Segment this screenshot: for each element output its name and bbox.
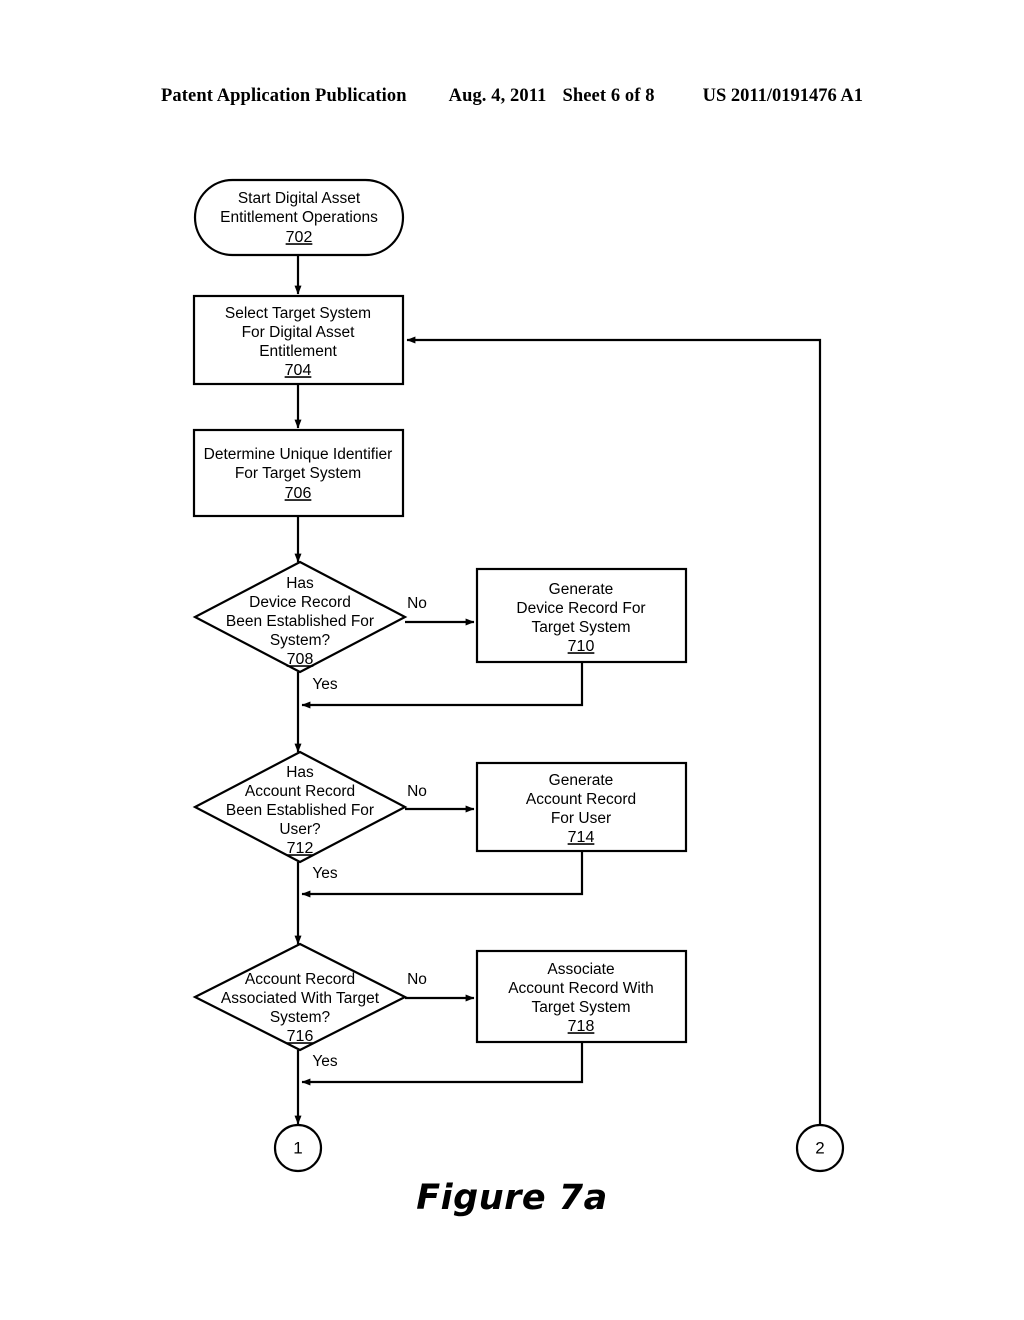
node-708-line-2: Device Record <box>249 594 351 611</box>
node-708-line-3: Been Established For <box>226 613 374 630</box>
connector-2-label: 2 <box>815 1138 824 1157</box>
node-712-line-4: User? <box>279 821 321 838</box>
node-704-select-target-system[interactable]: Select Target System For Digital Asset E… <box>192 294 405 386</box>
node-710-line-1: Generate <box>549 581 614 598</box>
node-704-ref: 704 <box>285 362 312 379</box>
node-706-line-2: For Target System <box>235 465 361 482</box>
node-712-line-1: Has <box>286 764 314 781</box>
edge-label-712-yes: Yes <box>312 865 338 882</box>
node-714-ref: 714 <box>568 829 595 846</box>
node-708-line-1: Has <box>286 575 314 592</box>
node-714-generate-account-record[interactable]: Generate Account Record For User 714 <box>475 761 688 853</box>
node-702-line-1: Start Digital Asset <box>238 190 361 207</box>
node-718-ref: 718 <box>568 1018 595 1035</box>
edge-label-708-no: No <box>407 595 427 612</box>
node-702-start-digital-asset-entitlement-operations[interactable]: Start Digital Asset Entitlement Operatio… <box>193 178 405 257</box>
flowchart-diagram: Start Digital Asset Entitlement Operatio… <box>192 178 845 1173</box>
node-706-determine-unique-identifier[interactable]: Determine Unique Identifier For Target S… <box>192 428 405 518</box>
node-708-has-device-record-been-established[interactable]: Has Device Record Been Established For S… <box>192 560 408 674</box>
node-716-ref: 716 <box>287 1028 314 1045</box>
node-716-line-2: Associated With Target <box>221 990 380 1007</box>
edge-label-712-no: No <box>407 783 427 800</box>
node-718-line-1: Associate <box>547 961 614 978</box>
node-702-ref: 702 <box>286 229 313 246</box>
edge-label-708-yes: Yes <box>312 676 338 693</box>
edge-718-return-to-trunk <box>301 1042 584 1086</box>
node-704-line-1: Select Target System <box>225 305 371 322</box>
node-708-ref: 708 <box>287 651 314 668</box>
node-712-has-account-record-been-established[interactable]: Has Account Record Been Established For … <box>192 750 408 864</box>
node-718-associate-account-record-with-target-system[interactable]: Associate Account Record With Target Sys… <box>475 949 688 1044</box>
edge-710-return-to-trunk <box>301 662 584 709</box>
node-718-line-3: Target System <box>531 999 630 1016</box>
node-716-account-record-associated-with-target-system[interactable]: Account Record Associated With Target Sy… <box>192 942 408 1052</box>
node-708-line-4: System? <box>270 632 331 649</box>
patent-figure-page: Patent Application Publication Aug. 4, 2… <box>0 0 1024 1320</box>
node-712-line-2: Account Record <box>245 783 355 800</box>
node-714-line-3: For User <box>551 810 611 827</box>
connector-1-offpage[interactable]: 1 <box>273 1123 323 1173</box>
connector-2-offpage[interactable]: 2 <box>795 1123 845 1173</box>
edge-714-return-to-trunk <box>301 851 584 898</box>
node-714-line-1: Generate <box>549 772 614 789</box>
connector-1-label: 1 <box>293 1138 302 1157</box>
node-712-ref: 712 <box>287 840 314 857</box>
node-710-generate-device-record[interactable]: Generate Device Record For Target System… <box>475 567 688 664</box>
node-712-line-3: Been Established For <box>226 802 374 819</box>
node-706-line-1: Determine Unique Identifier <box>204 446 393 463</box>
node-716-line-3: System? <box>270 1009 331 1026</box>
edge-label-716-no: No <box>407 971 427 988</box>
node-710-line-3: Target System <box>531 619 630 636</box>
node-706-ref: 706 <box>285 485 312 502</box>
node-702-line-2: Entitlement Operations <box>220 209 378 226</box>
node-716-line-1: Account Record <box>245 971 355 988</box>
node-704-line-2: For Digital Asset <box>242 324 356 341</box>
node-718-line-2: Account Record With <box>508 980 654 997</box>
node-710-line-2: Device Record For <box>516 600 645 617</box>
node-714-line-2: Account Record <box>526 791 636 808</box>
node-710-ref: 710 <box>568 638 595 655</box>
edge-label-716-yes: Yes <box>312 1053 338 1070</box>
node-704-line-3: Entitlement <box>259 343 337 360</box>
figure-caption: Figure 7a <box>416 1178 608 1218</box>
